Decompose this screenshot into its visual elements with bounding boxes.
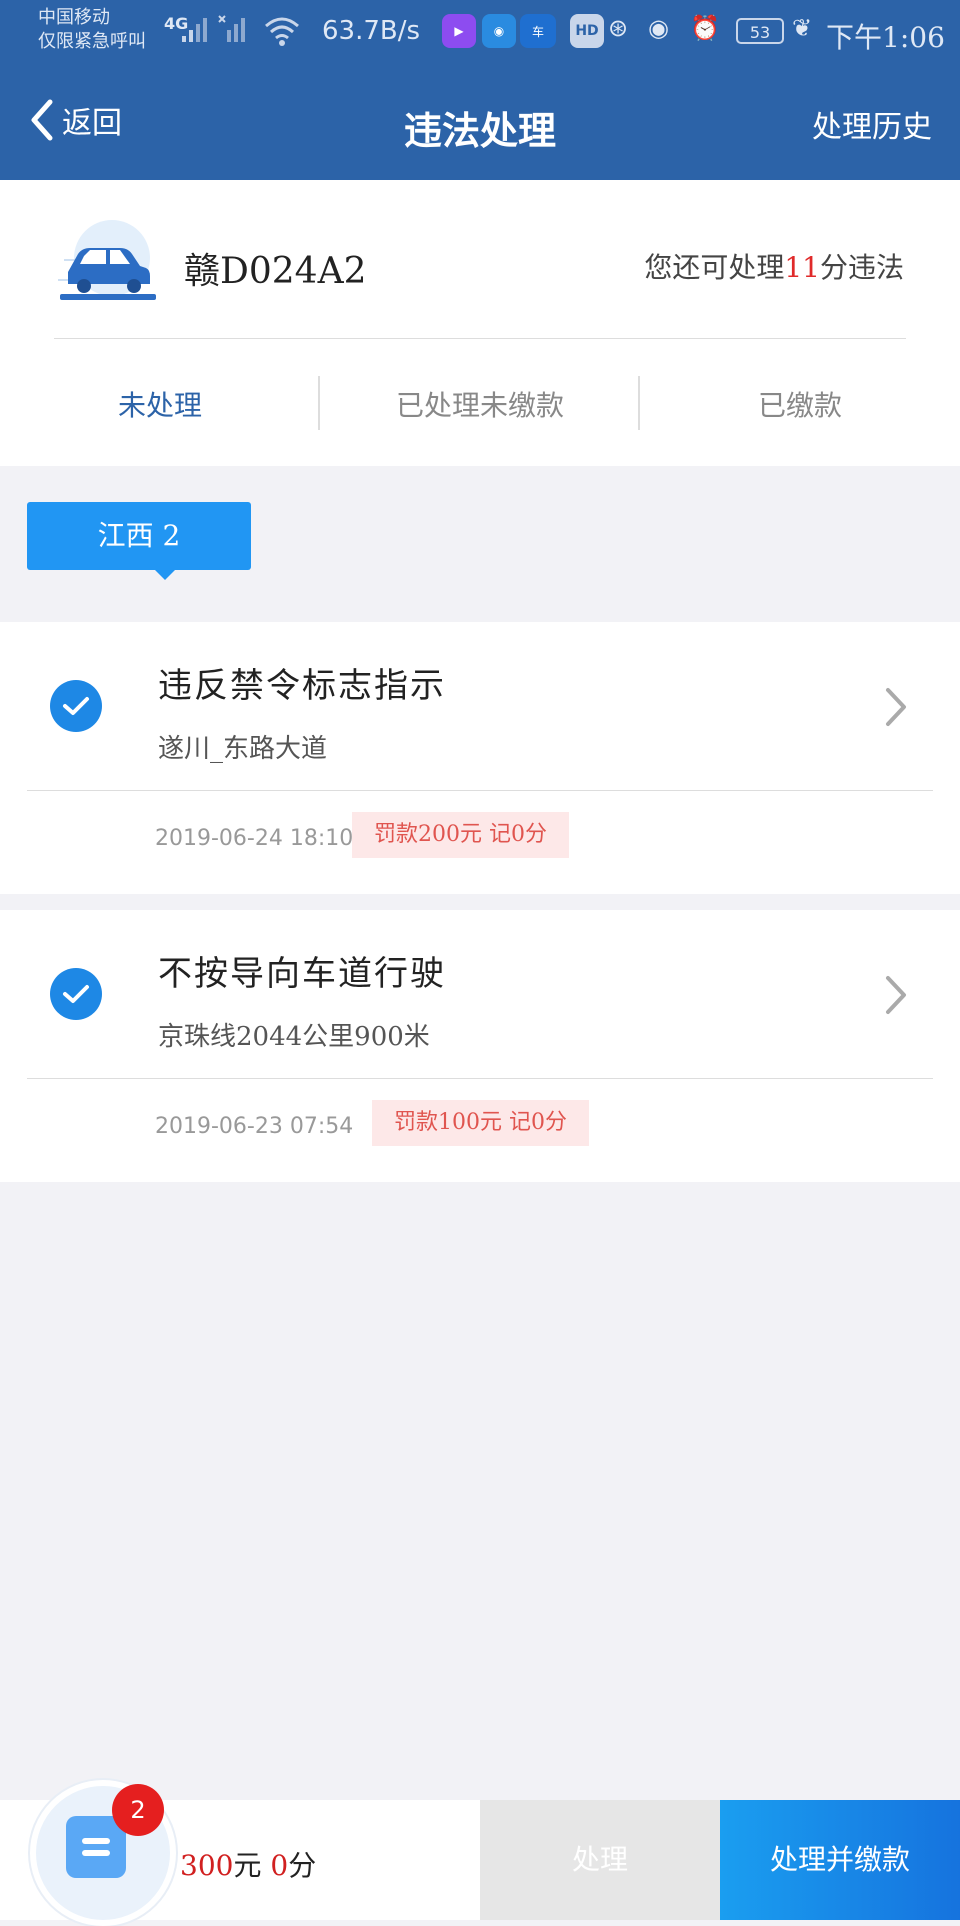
leaf-icon: ❦: [792, 14, 813, 42]
remaining-suffix: 分违法: [819, 251, 904, 284]
carrier-name: 中国移动: [38, 7, 110, 28]
bottom-action-bar: 2 300元 0分 处理 处理并缴款: [0, 1780, 960, 1926]
eye-icon: ◉: [648, 14, 669, 42]
remaining-count: 11: [784, 251, 820, 284]
carrier-info: 中国移动 仅限紧急呼叫: [38, 6, 146, 54]
fine-badge: 罚款200元 记0分: [352, 812, 569, 858]
car-icon: [58, 220, 156, 300]
tab-processed-unpaid[interactable]: 已处理未缴款: [320, 376, 640, 436]
history-button[interactable]: 处理历史: [812, 102, 932, 146]
handle-and-pay-button[interactable]: 处理并缴款: [720, 1800, 960, 1920]
violation-title: 不按导向车道行驶: [158, 954, 446, 994]
car-home-app-icon: 车: [520, 14, 556, 48]
chevron-right-icon[interactable]: [884, 686, 908, 728]
hotspot-app-icon: ◉: [482, 14, 516, 48]
points-unit: 分: [288, 1849, 317, 1882]
remaining-points: 您还可处理11分违法: [644, 246, 904, 286]
violation-title: 违反禁令标志指示: [158, 666, 446, 706]
fine-badge: 罚款100元 记0分: [372, 1100, 589, 1146]
status-bar: 中国移动 仅限紧急呼叫 4G 63.7B/s ▶ ◉ 车 HD ⊛ ◉ ⏰ 53…: [0, 0, 960, 62]
alarm-icon: ⏰: [690, 14, 720, 42]
battery-icon: 53: [736, 18, 784, 44]
chevron-right-icon[interactable]: [884, 974, 908, 1016]
hd-icon: HD: [570, 14, 604, 48]
violation-location: 京珠线2044公里900米: [158, 1022, 430, 1052]
signal-icon: [182, 18, 207, 42]
nfc-icon: ⊛: [608, 14, 629, 42]
violation-datetime: 2019-06-24 18:10: [155, 826, 354, 851]
remaining-prefix: 您还可处理: [644, 251, 785, 284]
checkbox-checked-icon[interactable]: [50, 680, 102, 732]
region-tag[interactable]: 江西 2: [27, 502, 251, 580]
violation-card[interactable]: 不按导向车道行驶 京珠线2044公里900米 2019-06-23 07:54 …: [0, 910, 960, 1182]
total-points: 0: [270, 1849, 289, 1882]
plate-number: 赣D024A2: [184, 251, 367, 292]
total-summary: 300元 0分: [180, 1844, 316, 1884]
video-app-icon: ▶: [442, 14, 476, 48]
status-tabs: 未处理 已处理未缴款 已缴款: [0, 376, 960, 436]
tab-unprocessed[interactable]: 未处理: [0, 376, 320, 436]
violation-card[interactable]: 违反禁令标志指示 遂川_东路大道 2019-06-24 18:10 罚款200元…: [0, 622, 960, 894]
amount-unit: 元: [233, 1849, 262, 1882]
network-speed: 63.7B/s: [322, 16, 421, 46]
tab-paid[interactable]: 已缴款: [640, 376, 960, 436]
signal-no-sim-icon: [218, 15, 245, 42]
tab-separator: [638, 376, 640, 430]
divider: [27, 790, 933, 791]
handle-button[interactable]: 处理: [480, 1800, 720, 1920]
total-amount: 300: [180, 1849, 234, 1882]
status-time: 下午1:06: [826, 21, 945, 54]
divider: [54, 338, 906, 339]
wifi-icon: [265, 17, 299, 46]
vehicle-card: 赣D024A2 您还可处理11分违法 未处理 已处理未缴款 已缴款: [0, 180, 960, 466]
carrier-status: 仅限紧急呼叫: [38, 31, 146, 52]
count-badge: 2: [112, 1784, 164, 1836]
nav-bar: 返回 违法处理 处理历史: [0, 62, 960, 180]
checkbox-checked-icon[interactable]: [50, 968, 102, 1020]
tab-separator: [318, 376, 320, 430]
violation-location: 遂川_东路大道: [158, 734, 328, 764]
violation-datetime: 2019-06-23 07:54: [155, 1114, 354, 1139]
divider: [27, 1078, 933, 1079]
